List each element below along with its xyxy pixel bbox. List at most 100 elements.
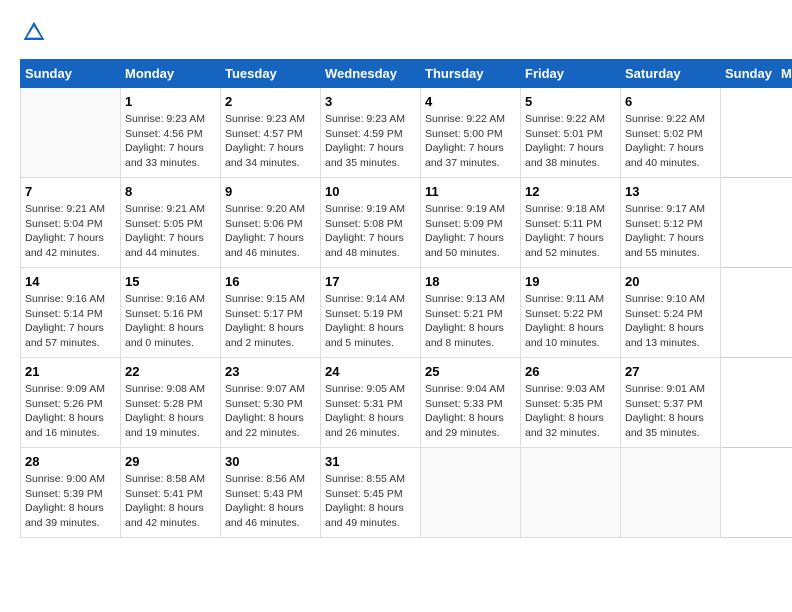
day-number: 12 xyxy=(525,184,616,199)
calendar-cell: 15 Sunrise: 9:16 AMSunset: 5:16 PMDayligh… xyxy=(121,268,221,358)
day-info: Sunrise: 9:09 AMSunset: 5:26 PMDaylight:… xyxy=(25,382,116,441)
calendar-cell: 26 Sunrise: 9:03 AMSunset: 5:35 PMDayligh… xyxy=(521,358,621,448)
header-saturday: Saturday xyxy=(621,60,721,88)
calendar-cell: 5 Sunrise: 9:22 AMSunset: 5:01 PMDaylight… xyxy=(521,88,621,178)
day-info: Sunrise: 9:13 AMSunset: 5:21 PMDaylight:… xyxy=(425,292,516,351)
calendar-cell: 20 Sunrise: 9:10 AMSunset: 5:24 PMDayligh… xyxy=(621,268,721,358)
day-number: 14 xyxy=(25,274,116,289)
calendar-week-3: 21 Sunrise: 9:09 AMSunset: 5:26 PMDayligh… xyxy=(21,358,792,448)
page-header xyxy=(20,20,772,49)
day-number: 1 xyxy=(125,94,216,109)
day-info: Sunrise: 9:22 AMSunset: 5:02 PMDaylight:… xyxy=(625,112,716,171)
logo-icon xyxy=(22,20,46,44)
calendar-cell: 16 Sunrise: 9:15 AMSunset: 5:17 PMDayligh… xyxy=(221,268,321,358)
header-monday: Monday xyxy=(776,60,792,88)
day-info: Sunrise: 9:01 AMSunset: 5:37 PMDaylight:… xyxy=(625,382,716,441)
calendar-cell: 18 Sunrise: 9:13 AMSunset: 5:21 PMDayligh… xyxy=(421,268,521,358)
day-number: 27 xyxy=(625,364,716,379)
day-number: 9 xyxy=(225,184,316,199)
calendar-week-2: 14 Sunrise: 9:16 AMSunset: 5:14 PMDayligh… xyxy=(21,268,792,358)
day-info: Sunrise: 9:22 AMSunset: 5:00 PMDaylight:… xyxy=(425,112,516,171)
day-info: Sunrise: 9:16 AMSunset: 5:16 PMDaylight:… xyxy=(125,292,216,351)
calendar-cell: 6 Sunrise: 9:22 AMSunset: 5:02 PMDaylight… xyxy=(621,88,721,178)
day-number: 13 xyxy=(625,184,716,199)
day-info: Sunrise: 9:21 AMSunset: 5:05 PMDaylight:… xyxy=(125,202,216,261)
calendar-cell: 27 Sunrise: 9:01 AMSunset: 5:37 PMDayligh… xyxy=(621,358,721,448)
day-info: Sunrise: 9:00 AMSunset: 5:39 PMDaylight:… xyxy=(25,472,116,531)
calendar-cell: 28 Sunrise: 9:00 AMSunset: 5:39 PMDayligh… xyxy=(21,448,121,538)
calendar-cell: 24 Sunrise: 9:05 AMSunset: 5:31 PMDayligh… xyxy=(321,358,421,448)
day-info: Sunrise: 9:17 AMSunset: 5:12 PMDaylight:… xyxy=(625,202,716,261)
day-number: 5 xyxy=(525,94,616,109)
day-info: Sunrise: 9:16 AMSunset: 5:14 PMDaylight:… xyxy=(25,292,116,351)
calendar-cell xyxy=(621,448,721,538)
day-number: 22 xyxy=(125,364,216,379)
header-monday: Monday xyxy=(121,60,221,88)
calendar-header-row: SundayMondayTuesdayWednesdayThursdayFrid… xyxy=(21,60,792,88)
day-number: 4 xyxy=(425,94,516,109)
calendar-cell: 3 Sunrise: 9:23 AMSunset: 4:59 PMDaylight… xyxy=(321,88,421,178)
day-info: Sunrise: 9:19 AMSunset: 5:09 PMDaylight:… xyxy=(425,202,516,261)
day-number: 7 xyxy=(25,184,116,199)
day-number: 8 xyxy=(125,184,216,199)
day-number: 18 xyxy=(425,274,516,289)
day-number: 15 xyxy=(125,274,216,289)
day-info: Sunrise: 9:23 AMSunset: 4:59 PMDaylight:… xyxy=(325,112,416,171)
calendar-cell: 23 Sunrise: 9:07 AMSunset: 5:30 PMDayligh… xyxy=(221,358,321,448)
day-number: 16 xyxy=(225,274,316,289)
day-info: Sunrise: 8:58 AMSunset: 5:41 PMDaylight:… xyxy=(125,472,216,531)
calendar-cell: 7 Sunrise: 9:21 AMSunset: 5:04 PMDaylight… xyxy=(21,178,121,268)
day-info: Sunrise: 9:23 AMSunset: 4:56 PMDaylight:… xyxy=(125,112,216,171)
calendar-cell: 21 Sunrise: 9:09 AMSunset: 5:26 PMDayligh… xyxy=(21,358,121,448)
calendar-cell: 25Sunrise: 9:04 AMSunset: 5:33 PMDayligh… xyxy=(421,358,521,448)
day-number: 11 xyxy=(425,184,516,199)
day-info: Sunrise: 9:03 AMSunset: 5:35 PMDaylight:… xyxy=(525,382,616,441)
day-number: 24 xyxy=(325,364,416,379)
calendar-cell: 30Sunrise: 8:56 AMSunset: 5:43 PMDayligh… xyxy=(221,448,321,538)
calendar-cell: 31Sunrise: 8:55 AMSunset: 5:45 PMDayligh… xyxy=(321,448,421,538)
logo xyxy=(20,20,46,49)
day-number: 2 xyxy=(225,94,316,109)
day-info: Sunrise: 9:15 AMSunset: 5:17 PMDaylight:… xyxy=(225,292,316,351)
day-number: 21 xyxy=(25,364,116,379)
calendar-week-1: 7 Sunrise: 9:21 AMSunset: 5:04 PMDaylight… xyxy=(21,178,792,268)
day-info: Sunrise: 9:21 AMSunset: 5:04 PMDaylight:… xyxy=(25,202,116,261)
day-number: 20 xyxy=(625,274,716,289)
calendar-cell: 22Sunrise: 9:08 AMSunset: 5:28 PMDayligh… xyxy=(121,358,221,448)
day-number: 23 xyxy=(225,364,316,379)
day-number: 6 xyxy=(625,94,716,109)
calendar-cell: 17 Sunrise: 9:14 AMSunset: 5:19 PMDayligh… xyxy=(321,268,421,358)
day-info: Sunrise: 9:22 AMSunset: 5:01 PMDaylight:… xyxy=(525,112,616,171)
calendar-cell: 4 Sunrise: 9:22 AMSunset: 5:00 PMDaylight… xyxy=(421,88,521,178)
calendar-cell: 12 Sunrise: 9:18 AMSunset: 5:11 PMDayligh… xyxy=(521,178,621,268)
calendar-week-4: 28 Sunrise: 9:00 AMSunset: 5:39 PMDayligh… xyxy=(21,448,792,538)
day-number: 3 xyxy=(325,94,416,109)
day-number: 26 xyxy=(525,364,616,379)
day-number: 28 xyxy=(25,454,116,469)
day-info: Sunrise: 9:04 AMSunset: 5:33 PMDaylight:… xyxy=(425,382,516,441)
header-wednesday: Wednesday xyxy=(321,60,421,88)
header-sunday: Sunday xyxy=(21,60,121,88)
day-info: Sunrise: 9:19 AMSunset: 5:08 PMDaylight:… xyxy=(325,202,416,261)
day-number: 29 xyxy=(125,454,216,469)
calendar-week-0: 1 Sunrise: 9:23 AMSunset: 4:56 PMDaylight… xyxy=(21,88,792,178)
calendar-cell: 19Sunrise: 9:11 AMSunset: 5:22 PMDayligh… xyxy=(521,268,621,358)
day-info: Sunrise: 9:20 AMSunset: 5:06 PMDaylight:… xyxy=(225,202,316,261)
day-info: Sunrise: 9:10 AMSunset: 5:24 PMDaylight:… xyxy=(625,292,716,351)
day-info: Sunrise: 9:18 AMSunset: 5:11 PMDaylight:… xyxy=(525,202,616,261)
calendar-table: SundayMondayTuesdayWednesdayThursdayFrid… xyxy=(20,59,792,538)
day-info: Sunrise: 9:14 AMSunset: 5:19 PMDaylight:… xyxy=(325,292,416,351)
day-info: Sunrise: 9:07 AMSunset: 5:30 PMDaylight:… xyxy=(225,382,316,441)
calendar-cell: 29 Sunrise: 8:58 AMSunset: 5:41 PMDayligh… xyxy=(121,448,221,538)
day-number: 17 xyxy=(325,274,416,289)
day-number: 30 xyxy=(225,454,316,469)
calendar-cell: 13 Sunrise: 9:17 AMSunset: 5:12 PMDayligh… xyxy=(621,178,721,268)
header-tuesday: Tuesday xyxy=(221,60,321,88)
day-number: 31 xyxy=(325,454,416,469)
calendar-cell xyxy=(521,448,621,538)
calendar-cell: 1 Sunrise: 9:23 AMSunset: 4:56 PMDaylight… xyxy=(121,88,221,178)
day-info: Sunrise: 9:23 AMSunset: 4:57 PMDaylight:… xyxy=(225,112,316,171)
calendar-cell xyxy=(421,448,521,538)
day-info: Sunrise: 9:05 AMSunset: 5:31 PMDaylight:… xyxy=(325,382,416,441)
header-friday: Friday xyxy=(521,60,621,88)
